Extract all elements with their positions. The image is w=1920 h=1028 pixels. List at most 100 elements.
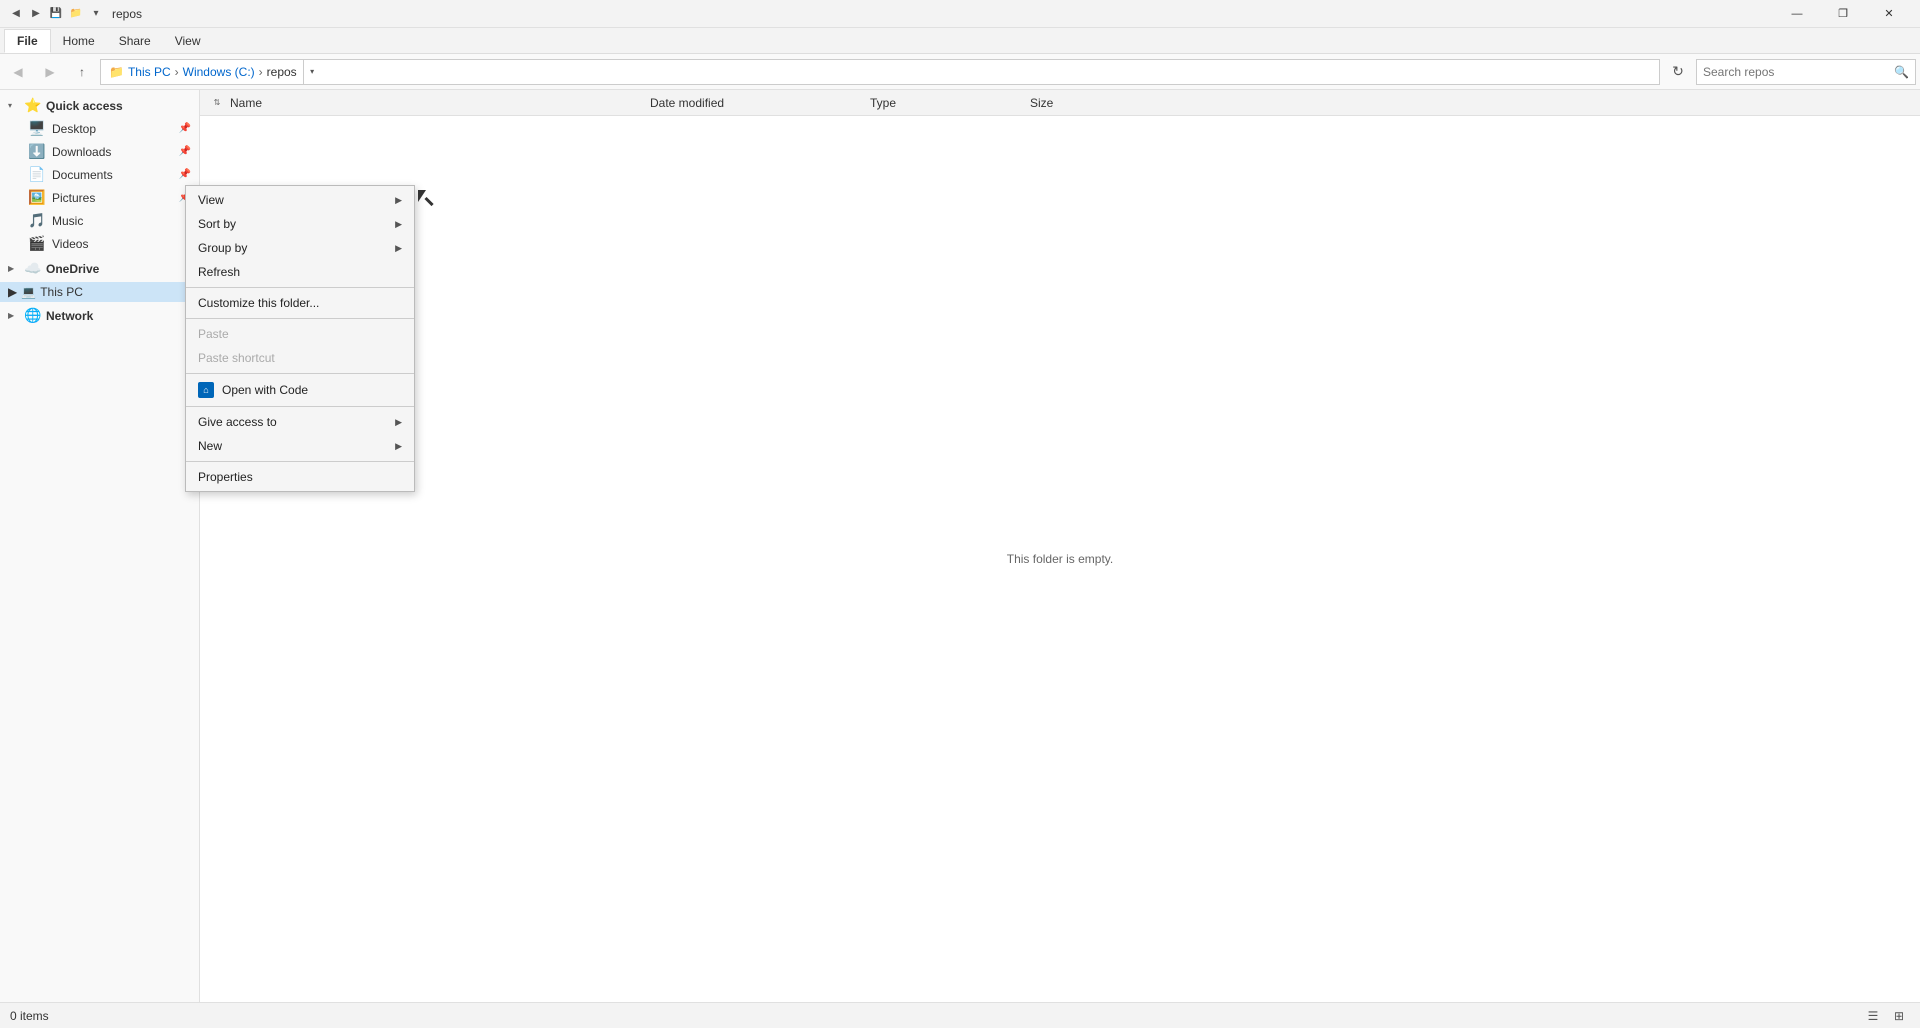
downloads-icon: ⬇️: [28, 143, 46, 160]
sidebar-header-network[interactable]: ▶ 🌐 Network: [0, 304, 199, 327]
ctx-sep-2: [186, 318, 414, 319]
tab-view[interactable]: View: [163, 30, 213, 52]
search-input[interactable]: [1703, 65, 1890, 79]
vscode-icon: ⌂: [198, 382, 214, 398]
tiles-view-button[interactable]: ⊞: [1888, 1005, 1910, 1027]
breadcrumb-thispc[interactable]: This PC: [128, 65, 171, 79]
ctx-item-group-by[interactable]: Group by ▶: [186, 236, 414, 260]
tab-home[interactable]: Home: [51, 30, 107, 52]
sidebar-header-quick-access[interactable]: ▾ ⭐ Quick access: [0, 94, 199, 117]
col-header-date[interactable]: Date modified: [650, 96, 870, 110]
sidebar-item-music-label: Music: [52, 214, 83, 228]
tab-share[interactable]: Share: [107, 30, 163, 52]
sidebar-item-desktop[interactable]: 🖥️ Desktop 📌: [0, 117, 199, 140]
save-titlebar-icon: 💾: [48, 6, 64, 22]
onedrive-label: OneDrive: [46, 262, 99, 276]
up-button[interactable]: ↑: [68, 58, 96, 86]
ctx-label-paste-shortcut: Paste shortcut: [198, 351, 275, 365]
thispc-label: This PC: [40, 285, 83, 299]
status-bar: 0 items ☰ ⊞: [0, 1002, 1920, 1028]
breadcrumb-dropdown[interactable]: ▾: [303, 59, 321, 85]
col-header-name[interactable]: Name: [230, 96, 650, 110]
sort-button[interactable]: ⇅: [208, 94, 226, 112]
ctx-label-view: View: [198, 193, 224, 207]
minimize-button[interactable]: —: [1774, 0, 1820, 28]
ctx-item-refresh[interactable]: Refresh: [186, 260, 414, 284]
sidebar-item-downloads[interactable]: ⬇️ Downloads 📌: [0, 140, 199, 163]
pictures-icon: 🖼️: [28, 189, 46, 206]
breadcrumb-sep2: ›: [259, 65, 263, 79]
details-view-button[interactable]: ☰: [1862, 1005, 1884, 1027]
ctx-item-new[interactable]: New ▶: [186, 434, 414, 458]
ctx-item-customize[interactable]: Customize this folder...: [186, 291, 414, 315]
refresh-button[interactable]: ↻: [1664, 58, 1692, 86]
sidebar: ▾ ⭐ Quick access 🖥️ Desktop 📌 ⬇️ Downloa…: [0, 90, 200, 1002]
ctx-arrow-new: ▶: [395, 441, 402, 452]
ctx-arrow-group-by: ▶: [395, 243, 402, 254]
window-title: repos: [112, 7, 1774, 21]
ctx-label-sort-by: Sort by: [198, 217, 236, 231]
folder-titlebar-icon: 📁: [68, 6, 84, 22]
sidebar-item-documents-label: Documents: [52, 168, 113, 182]
desktop-icon: 🖥️: [28, 120, 46, 137]
sidebar-item-pictures-label: Pictures: [52, 191, 95, 205]
ctx-label-paste: Paste: [198, 327, 229, 341]
ctx-item-properties[interactable]: Properties: [186, 465, 414, 489]
ctx-item-paste-shortcut[interactable]: Paste shortcut: [186, 346, 414, 370]
forward-history-icon[interactable]: ▶: [28, 6, 44, 22]
ctx-sep-5: [186, 461, 414, 462]
sidebar-item-this-pc[interactable]: ▶ 💻 This PC: [0, 282, 199, 302]
breadcrumb[interactable]: 📁 This PC › Windows (C:) › repos ▾: [100, 59, 1660, 85]
sidebar-item-videos-label: Videos: [52, 237, 88, 251]
col-header-size[interactable]: Size: [1030, 96, 1150, 110]
sidebar-item-videos[interactable]: 🎬 Videos: [0, 232, 199, 255]
back-button[interactable]: ◀: [4, 58, 32, 86]
status-bar-right: ☰ ⊞: [1862, 1005, 1910, 1027]
col-header-type[interactable]: Type: [870, 96, 1030, 110]
search-bar[interactable]: 🔍: [1696, 59, 1916, 85]
breadcrumb-windowsc[interactable]: Windows (C:): [183, 65, 255, 79]
sidebar-item-desktop-label: Desktop: [52, 122, 96, 136]
ctx-label-new: New: [198, 439, 222, 453]
ctx-label-properties: Properties: [198, 470, 253, 484]
network-label: Network: [46, 309, 93, 323]
sidebar-section-thispc: ▶ 💻 This PC: [0, 282, 199, 302]
title-bar-controls: — ❐ ✕: [1774, 0, 1912, 28]
title-bar: ◀ ▶ 💾 📁 ▾ repos — ❐ ✕: [0, 0, 1920, 28]
ctx-sep-4: [186, 406, 414, 407]
file-area: This folder is empty.: [200, 116, 1920, 1002]
this-pc-icon: 💻: [21, 285, 36, 299]
expand-arrow-network: ▶: [8, 311, 20, 320]
sidebar-item-documents[interactable]: 📄 Documents 📌: [0, 163, 199, 186]
tab-file[interactable]: File: [4, 29, 51, 53]
ctx-item-sort-by[interactable]: Sort by ▶: [186, 212, 414, 236]
breadcrumb-sep1: ›: [175, 65, 179, 79]
sidebar-header-onedrive[interactable]: ▶ ☁️ OneDrive: [0, 257, 199, 280]
ctx-item-paste[interactable]: Paste: [186, 322, 414, 346]
dropdown-titlebar-icon[interactable]: ▾: [88, 6, 104, 22]
music-icon: 🎵: [28, 212, 46, 229]
onedrive-icon: ☁️: [24, 260, 42, 277]
sidebar-item-music[interactable]: 🎵 Music: [0, 209, 199, 232]
forward-button[interactable]: ▶: [36, 58, 64, 86]
sidebar-item-downloads-label: Downloads: [52, 145, 111, 159]
pin-icon-documents: 📌: [179, 169, 191, 180]
ctx-item-view[interactable]: View ▶: [186, 188, 414, 212]
ctx-item-give-access[interactable]: Give access to ▶: [186, 410, 414, 434]
ctx-label-refresh: Refresh: [198, 265, 240, 279]
status-items-count: 0 items: [10, 1009, 49, 1023]
ctx-arrow-give-access: ▶: [395, 417, 402, 428]
sidebar-section-quick-access: ▾ ⭐ Quick access 🖥️ Desktop 📌 ⬇️ Downloa…: [0, 94, 199, 255]
sidebar-item-pictures[interactable]: 🖼️ Pictures 📌: [0, 186, 199, 209]
restore-button[interactable]: ❐: [1820, 0, 1866, 28]
expand-arrow-thispc: ▶: [8, 285, 17, 299]
videos-icon: 🎬: [28, 235, 46, 252]
ctx-label-customize: Customize this folder...: [198, 296, 319, 310]
pin-icon-desktop: 📌: [179, 123, 191, 134]
quick-access-icon: ⭐: [24, 97, 42, 114]
ctx-item-open-with-code[interactable]: ⌂ Open with Code: [186, 377, 414, 403]
sidebar-section-onedrive: ▶ ☁️ OneDrive: [0, 257, 199, 280]
ctx-arrow-sort-by: ▶: [395, 219, 402, 230]
back-history-icon[interactable]: ◀: [8, 6, 24, 22]
close-button[interactable]: ✕: [1866, 0, 1912, 28]
